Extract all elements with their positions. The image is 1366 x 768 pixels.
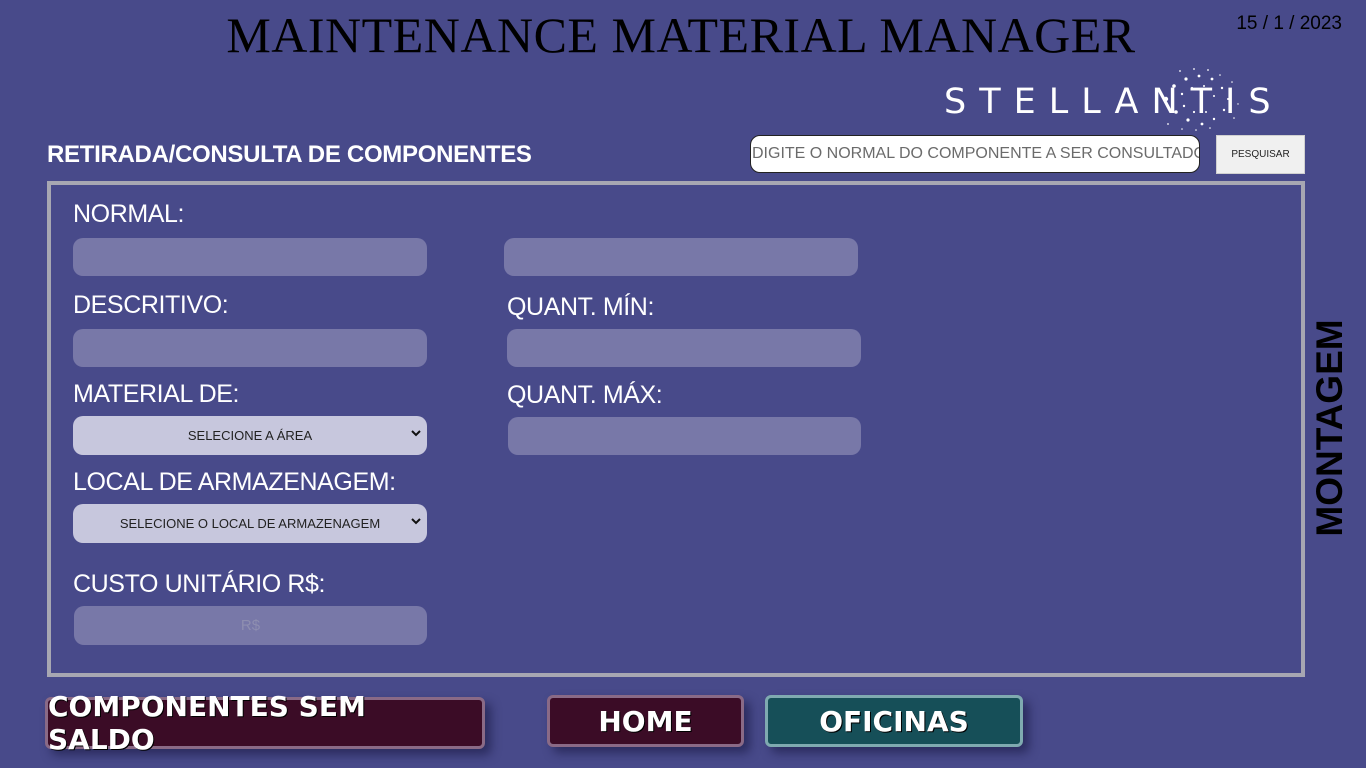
descritivo-field[interactable]	[73, 329, 427, 367]
date-display: 15 / 1 / 2023	[1236, 13, 1342, 34]
home-button[interactable]: HOME	[547, 695, 744, 747]
normal-label: NORMAL:	[73, 200, 185, 228]
material-label: MATERIAL DE:	[73, 380, 240, 408]
area-vertical-label: MONTAGEM	[1309, 319, 1350, 537]
material-select[interactable]: SELECIONE A ÁREA	[73, 416, 427, 455]
chevron-down-icon	[411, 518, 421, 525]
search-input[interactable]	[750, 135, 1200, 173]
custo-field[interactable]: R$	[74, 606, 427, 645]
normal-field[interactable]	[73, 238, 427, 276]
material-select-value: SELECIONE A ÁREA	[187, 428, 313, 443]
quant-max-label: QUANT. MÁX:	[507, 381, 663, 409]
componentes-sem-saldo-button[interactable]: COMPONENTES SEM SALDO	[45, 690, 485, 756]
custo-placeholder: R$	[240, 617, 261, 634]
local-label: LOCAL DE ARMAZENAGEM:	[73, 468, 396, 496]
chevron-down-icon	[411, 430, 421, 437]
local-select[interactable]: SELECIONE O LOCAL DE ARMAZENAGEM	[73, 504, 427, 543]
oficinas-button[interactable]: OFICINAS	[765, 695, 1023, 747]
section-title: RETIRADA/CONSULTA DE COMPONENTES	[47, 141, 532, 168]
custo-label: CUSTO UNITÁRIO R$:	[73, 570, 326, 598]
quant-max-field[interactable]	[508, 417, 861, 455]
local-select-value: SELECIONE O LOCAL DE ARMAZENAGEM	[119, 516, 381, 531]
page-title: MAINTENANCE MATERIAL MANAGER	[226, 7, 1136, 63]
descritivo-label: DESCRITIVO:	[73, 291, 229, 319]
normal-secondary-field[interactable]	[504, 238, 858, 276]
logo-text: STELLANTIS	[944, 82, 1284, 122]
search-button[interactable]: PESQUISAR	[1216, 135, 1305, 174]
quant-min-field[interactable]	[507, 329, 861, 367]
quant-min-label: QUANT. MÍN:	[507, 293, 654, 321]
stellantis-logo: STELLANTIS	[944, 66, 1344, 132]
